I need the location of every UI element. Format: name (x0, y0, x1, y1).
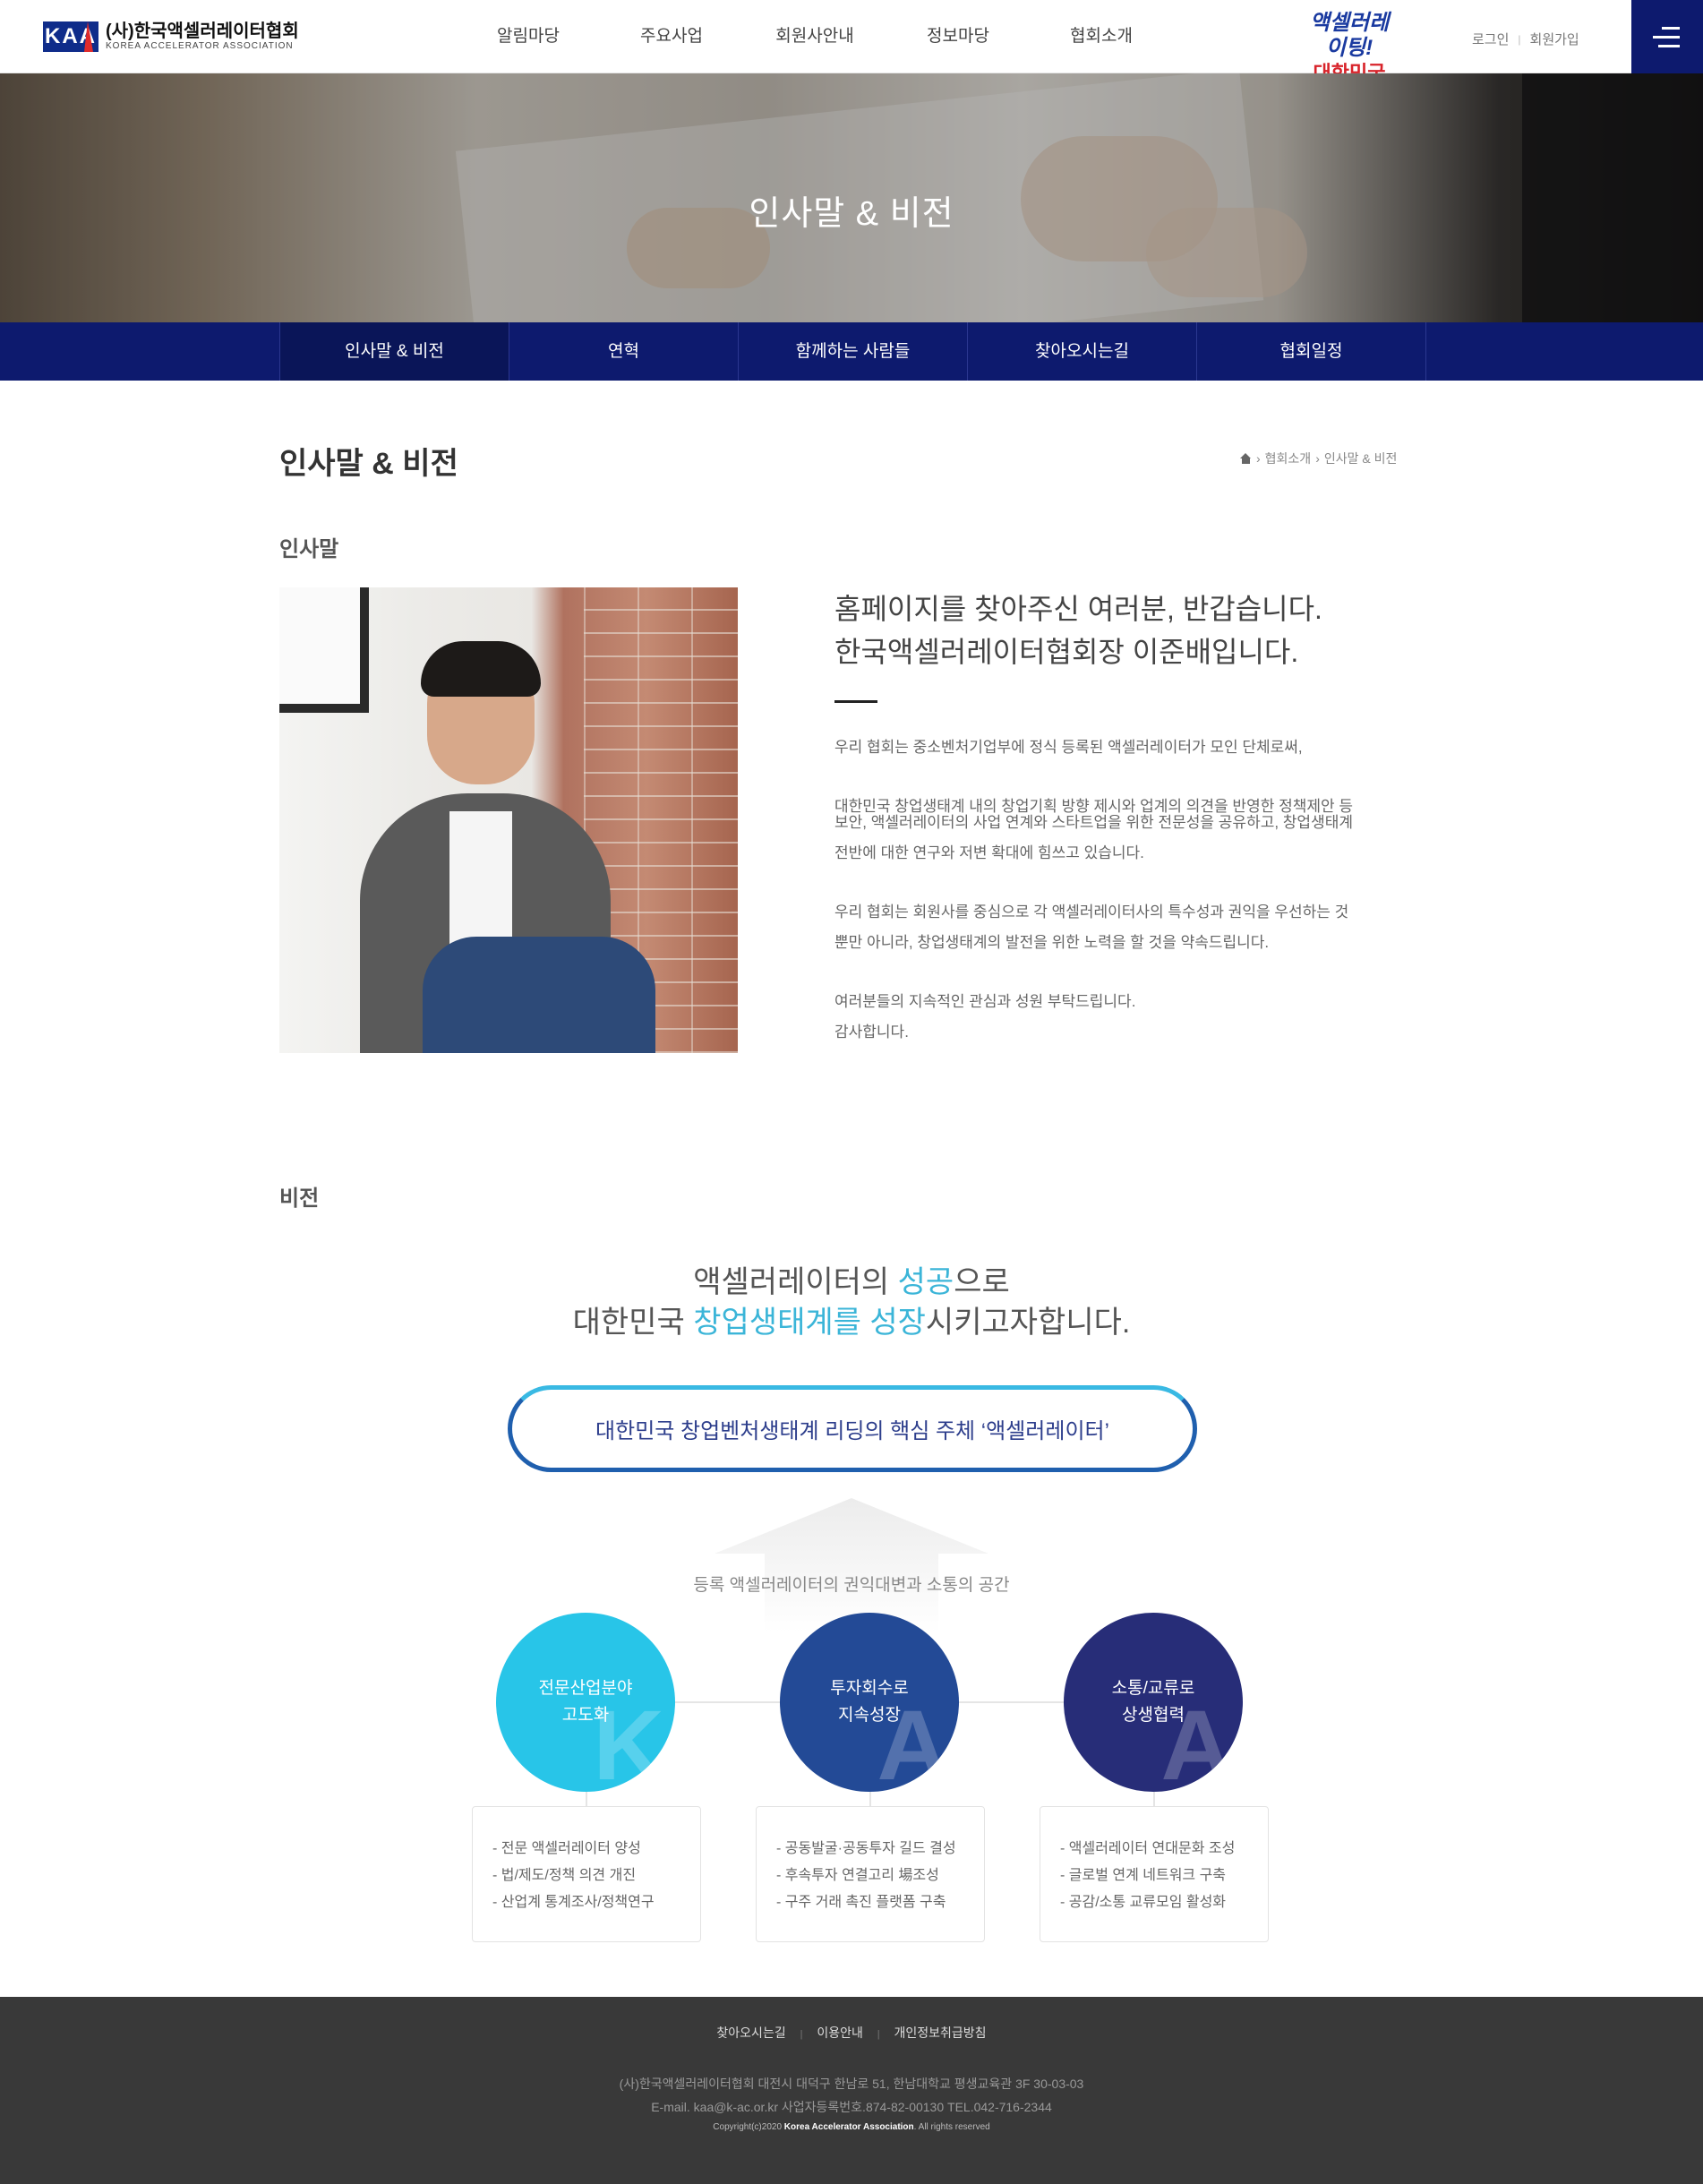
slogan-logo: 액셀러레이팅! 대한민국 (1300, 11, 1399, 84)
arrow-up-icon (715, 1498, 988, 1632)
arrow-label: 등록 액셀러레이터의 권익대변과 소통의 공간 (693, 1576, 1010, 1595)
nav-item-notice[interactable]: 알림마당 (457, 0, 600, 73)
sub-nav: 인사말 & 비전 연혁 함께하는 사람들 찾아오시는길 협회일정 (0, 322, 1703, 381)
tab-directions[interactable]: 찾아오시는길 (968, 322, 1197, 381)
vision-statement-pill: 대한민국 창업벤처생태계 리딩의 핵심 주체 ‘액셀러레이터’ (508, 1385, 1197, 1472)
hero-banner: 인사말 & 비전 (0, 73, 1703, 322)
vision-headline: 액셀러레이터의 성공으로 대한민국 창업생태계를 성장시키고자합니다. (572, 1265, 1131, 1340)
hamburger-menu-button[interactable] (1631, 0, 1703, 73)
list-item: - 산업계 통계조사/정책연구 (492, 1895, 655, 1910)
copyright: Copyright(c)2020 Korea Accelerator Assoc… (713, 2122, 990, 2132)
logo-english-name: KOREA ACCELERATOR ASSOCIATION (106, 41, 294, 51)
list-item: - 후속투자 연결고리 場조성 (776, 1868, 939, 1883)
list-item: - 공감/소통 교류모임 활성화 (1060, 1895, 1227, 1910)
site-logo[interactable]: KAA (사)한국액셀러레이터협회 KOREA ACCELERATOR ASSO… (43, 21, 299, 52)
pillar-circle-investment: A 투자회수로 지속성장 (780, 1613, 959, 1792)
footer-link-terms[interactable]: 이용안내 (817, 2026, 863, 2040)
footer-link-directions[interactable]: 찾아오시는길 (716, 2026, 785, 2040)
site-footer: 찾아오시는길 | 이용안내 | 개인정보취급방침 (사)한국액셀러레이터협회 대… (0, 1997, 1703, 2184)
logo-mark: KAA (43, 21, 98, 52)
greeting-headline: 홈페이지를 찾아주신 여러분, 반갑습니다. 한국액셀러레이터협회장 이준배입니… (834, 593, 1322, 668)
nav-item-members[interactable]: 회원사안내 (743, 0, 886, 73)
footer-link-privacy[interactable]: 개인정보취급방침 (894, 2026, 987, 2040)
pillar-detail-box: - 공동발굴·공동투자 길드 결성 - 후속투자 연결고리 場조성 - 구주 거… (756, 1806, 985, 1942)
hero-title: 인사말 & 비전 (749, 195, 954, 233)
footer-nav: 찾아오시는길 | 이용안내 | 개인정보취급방침 (0, 2024, 1703, 2042)
main-nav: 알림마당 주요사업 회원사안내 정보마당 협회소개 (457, 0, 1173, 73)
page-title: 인사말 & 비전 (279, 447, 458, 481)
menu-icon (1662, 27, 1680, 30)
pillar-circle-industry: K 전문산업분야 고도화 (496, 1613, 675, 1792)
greeting-paragraph: 대한민국 창업생태계 내의 창업기획 방향 제시와 업계의 의견을 반영한 정책… (834, 798, 1353, 861)
breadcrumb-level-1[interactable]: 협회소개 (1265, 450, 1312, 467)
nav-item-info[interactable]: 정보마당 (886, 0, 1030, 73)
president-photo (279, 587, 738, 1053)
divider: | (877, 2029, 880, 2040)
chevron-right-icon: › (1315, 451, 1320, 466)
divider (834, 700, 877, 703)
tab-schedule[interactable]: 협회일정 (1197, 322, 1426, 381)
list-item: - 법/제도/정책 의견 개진 (492, 1868, 637, 1883)
utility-links: 로그인 | 회원가입 (1472, 30, 1579, 48)
nav-item-about[interactable]: 협회소개 (1030, 0, 1173, 73)
site-header: KAA (사)한국액셀러레이터협회 KOREA ACCELERATOR ASSO… (0, 0, 1703, 84)
greeting-body: 우리 협회는 중소벤처기업부에 정식 등록된 액셀러레이터가 모인 단체로써, … (834, 732, 1408, 1048)
list-item: - 글로벌 연계 네트워크 구축 (1060, 1868, 1227, 1883)
join-link[interactable]: 회원가입 (1530, 30, 1579, 48)
logo-korean-name: (사)한국액셀러레이터협회 (106, 21, 299, 41)
pillar-detail-box: - 액셀러레이터 연대문화 조성 - 글로벌 연계 네트워크 구축 - 공감/소… (1040, 1806, 1269, 1942)
pillar-detail-box: - 전문 액셀러레이터 양성 - 법/제도/정책 의견 개진 - 산업계 통계조… (472, 1806, 701, 1942)
greeting-paragraph: 우리 협회는 중소벤처기업부에 정식 등록된 액셀러레이터가 모인 단체로써, (834, 739, 1303, 756)
breadcrumb: › 협회소개 › 인사말 & 비전 (1240, 450, 1397, 467)
login-link[interactable]: 로그인 (1472, 30, 1509, 48)
divider: | (800, 2029, 803, 2040)
divider: | (1518, 32, 1521, 46)
pillar-circle-communication: A 소통/교류로 상생협력 (1064, 1613, 1243, 1792)
list-item: - 구주 거래 촉진 플랫폼 구축 (776, 1895, 946, 1910)
breadcrumb-level-2[interactable]: 인사말 & 비전 (1324, 450, 1398, 467)
vision-section-title: 비전 (279, 1186, 320, 1211)
tab-history[interactable]: 연혁 (509, 322, 739, 381)
tab-people[interactable]: 함께하는 사람들 (739, 322, 968, 381)
home-icon[interactable] (1240, 453, 1252, 464)
nav-item-business[interactable]: 주요사업 (600, 0, 743, 73)
list-item: - 전문 액셀러레이터 양성 (492, 1841, 641, 1856)
slogan-line-1: 액셀러레이팅! (1309, 11, 1390, 60)
greeting-paragraph: 우리 협회는 회원사를 중심으로 각 액셀러레이터사의 특수성과 권익을 우선하… (834, 904, 1349, 951)
chevron-right-icon: › (1256, 451, 1261, 466)
tab-greeting-vision[interactable]: 인사말 & 비전 (280, 322, 509, 381)
footer-address: (사)한국액셀러레이터협회 대전시 대덕구 한남로 51, 한남대학교 평생교육… (619, 2077, 1084, 2114)
list-item: - 액셀러레이터 연대문화 조성 (1060, 1841, 1236, 1856)
greeting-paragraph: 여러분들의 지속적인 관심과 성원 부탁드립니다. 감사합니다. (834, 993, 1136, 1041)
list-item: - 공동발굴·공동투자 길드 결성 (776, 1841, 956, 1856)
greeting-section-title: 인사말 (279, 537, 339, 561)
